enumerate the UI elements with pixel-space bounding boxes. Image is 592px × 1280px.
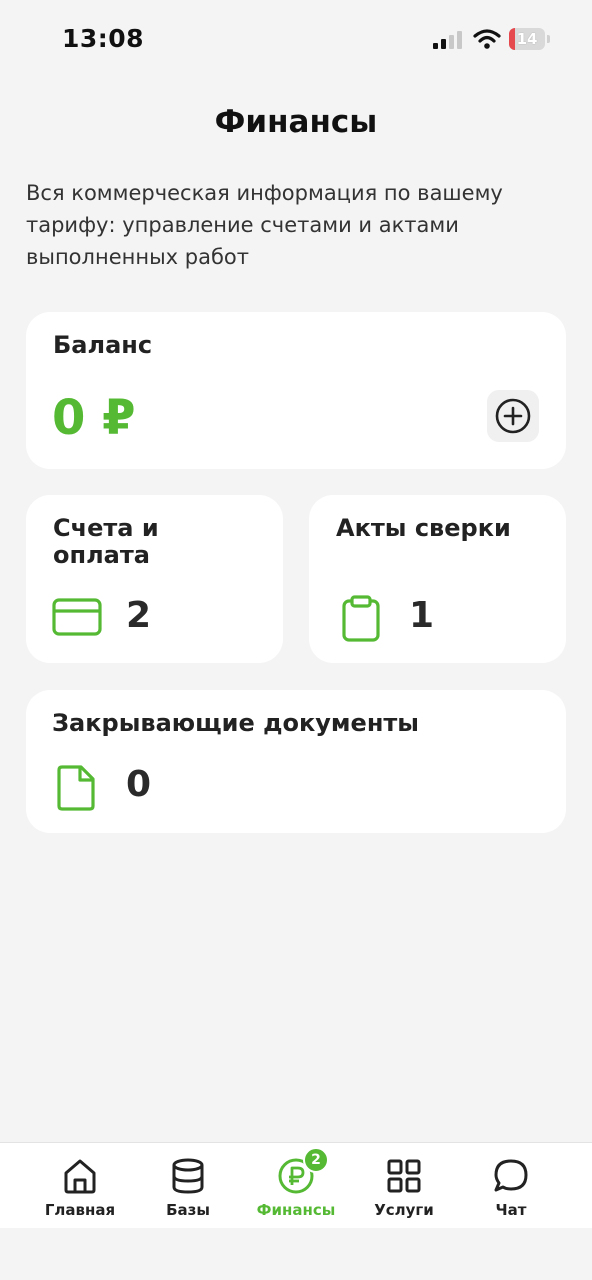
status-time: 13:08 xyxy=(62,24,145,53)
acts-count: 1 xyxy=(409,595,435,636)
acts-title: Акты сверки xyxy=(336,514,511,542)
credit-card-icon xyxy=(52,598,102,636)
closing-documents-title: Закрывающие документы xyxy=(52,709,420,737)
invoices-title: Счета и оплата xyxy=(53,514,159,569)
balance-value: 0 ₽ xyxy=(52,390,136,446)
tab-bar: Главная Базы 2 Финансы Услуги Чат xyxy=(0,1142,592,1228)
tab-databases[interactable]: Базы xyxy=(138,1143,238,1229)
clipboard-icon xyxy=(342,595,380,642)
home-icon xyxy=(64,1159,96,1194)
grid-icon xyxy=(387,1159,421,1193)
wifi-icon xyxy=(473,29,501,49)
database-icon xyxy=(172,1158,204,1194)
balance-card[interactable]: Баланс 0 ₽ xyxy=(26,312,566,469)
tab-home-label: Главная xyxy=(44,1201,116,1219)
tab-home[interactable]: Главная xyxy=(30,1143,130,1229)
document-icon xyxy=(57,765,95,811)
tab-chat-label: Чат xyxy=(495,1201,527,1219)
tab-services-label: Услуги xyxy=(374,1201,434,1219)
status-bar: 13:08 14 xyxy=(0,0,592,80)
tab-chat[interactable]: Чат xyxy=(461,1143,561,1229)
closing-documents-card[interactable]: Закрывающие документы 0 xyxy=(26,690,566,833)
acts-card[interactable]: Акты сверки 1 xyxy=(309,495,566,663)
tab-services[interactable]: Услуги xyxy=(354,1143,454,1229)
add-balance-button[interactable] xyxy=(487,390,539,442)
signal-icon xyxy=(433,31,462,49)
invoices-count: 2 xyxy=(126,595,152,636)
tab-finances[interactable]: 2 Финансы xyxy=(246,1143,346,1229)
chat-icon xyxy=(494,1159,528,1192)
home-indicator-area xyxy=(0,1229,592,1280)
tab-databases-label: Базы xyxy=(166,1201,210,1219)
battery-nub xyxy=(547,35,550,43)
page-description: Вся коммерческая информация по вашему та… xyxy=(26,181,503,269)
closing-documents-count: 0 xyxy=(126,764,152,805)
tab-finances-label: Финансы xyxy=(256,1201,336,1219)
balance-title: Баланс xyxy=(53,331,153,359)
battery-level: 14 xyxy=(516,30,538,48)
invoices-card[interactable]: Счета и оплата 2 xyxy=(26,495,283,663)
finances-badge: 2 xyxy=(303,1147,329,1173)
plus-circle-icon xyxy=(495,398,531,434)
battery-icon: 14 xyxy=(509,28,545,50)
page-title: Финансы xyxy=(214,104,378,140)
